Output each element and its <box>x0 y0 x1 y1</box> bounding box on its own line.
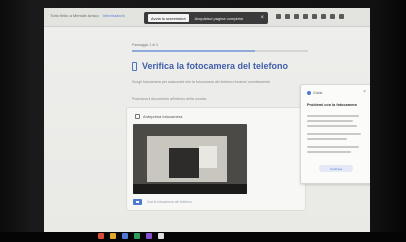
side-panel-button[interactable]: Continua <box>319 165 353 172</box>
description-text: Scegli fotocamera per assicurarti che la… <box>132 80 272 84</box>
browser-screen: Tutto finito a Mensile Amico Informazioni… <box>44 8 370 234</box>
camera-icon <box>135 114 140 119</box>
preview-bottom-shadow <box>133 184 247 194</box>
side-panel-text-line <box>307 120 353 122</box>
camera-preview-image <box>133 124 247 194</box>
phone-icon <box>132 61 137 71</box>
camera-preview-card: Anteprima fotocamera Usa la fotocamera d… <box>126 107 306 211</box>
card-header: Anteprima fotocamera <box>135 114 182 119</box>
taskbar <box>0 232 406 242</box>
side-panel-text-line <box>307 115 359 117</box>
taskbar-apps <box>98 233 164 239</box>
taskbar-app-icon[interactable] <box>122 233 128 239</box>
preview-document <box>147 136 227 182</box>
help-side-panel: Guida × Problemi con la fotocamera Conti… <box>300 84 370 184</box>
taskbar-app-icon[interactable] <box>158 233 164 239</box>
camera-button[interactable] <box>133 199 142 205</box>
side-panel-subtitle: Problemi con la fotocamera <box>307 103 357 107</box>
preview-light-area <box>199 146 217 168</box>
step-label: Passaggio 1 di 3 <box>132 43 158 47</box>
browser-topbar: Tutto finito a Mensile Amico Informazioni… <box>44 8 370 27</box>
side-panel-text-line <box>307 151 351 153</box>
extension-icon[interactable] <box>276 14 281 19</box>
screenshot-capture-pill: Avvia lo screenshot Acquisisci pagina co… <box>144 12 268 24</box>
side-panel-text-line <box>307 146 359 148</box>
camera-action-text[interactable]: Usa la fotocamera del telefono <box>147 200 192 204</box>
start-screenshot-button[interactable]: Avvia lo screenshot <box>148 14 189 22</box>
top-left-text: Tutto finito a Mensile Amico Informazioni <box>50 13 125 18</box>
taskbar-app-icon[interactable] <box>134 233 140 239</box>
side-panel-text-line <box>307 125 357 127</box>
camera-action-row: Usa la fotocamera del telefono <box>133 199 192 205</box>
profile-icon[interactable] <box>339 14 344 19</box>
side-panel-text-line <box>307 138 347 140</box>
full-page-capture-button[interactable]: Acquisisci pagina completa <box>192 14 246 22</box>
close-icon[interactable]: × <box>363 89 366 95</box>
progress-bar <box>132 50 308 52</box>
extension-icon[interactable] <box>312 14 317 19</box>
progress-fill <box>132 50 256 52</box>
title-row: Verifica la fotocamera del telefono <box>132 61 288 71</box>
extension-icon[interactable] <box>321 14 326 19</box>
page-title: Verifica la fotocamera del telefono <box>142 61 289 71</box>
extension-icon[interactable] <box>285 14 290 19</box>
browser-toolbar-icons <box>276 14 344 19</box>
taskbar-app-icon[interactable] <box>146 233 152 239</box>
taskbar-app-icon[interactable] <box>98 233 104 239</box>
help-icon <box>307 91 311 95</box>
extension-icon[interactable] <box>330 14 335 19</box>
preview-dark-area <box>169 148 199 178</box>
top-left-link[interactable]: Informazioni <box>103 13 125 18</box>
side-panel-header-text: Guida <box>313 91 323 95</box>
top-left-label: Tutto finito a Mensile Amico <box>50 13 99 18</box>
side-panel-header: Guida <box>307 91 322 95</box>
taskbar-app-icon[interactable] <box>110 233 116 239</box>
close-icon[interactable]: × <box>260 15 264 21</box>
extension-icon[interactable] <box>303 14 308 19</box>
camera-icon <box>136 201 139 203</box>
side-panel-text-line <box>307 133 361 135</box>
card-title: Anteprima fotocamera <box>143 114 183 119</box>
extension-icon[interactable] <box>294 14 299 19</box>
hint-text: Posiziona il documento all'interno della… <box>132 97 208 101</box>
